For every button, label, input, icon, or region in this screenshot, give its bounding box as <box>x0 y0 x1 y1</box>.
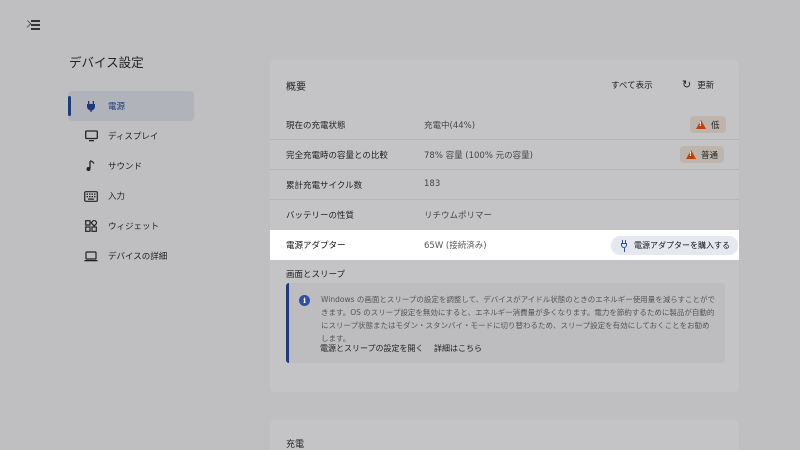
sidebar-item-label: 入力 <box>108 192 126 202</box>
learn-more-link[interactable]: 詳細はこちら <box>434 343 482 354</box>
info-row-power-adapter: 電源アダプター 65W (接続済み) 電源アダプターを購入する <box>270 230 739 260</box>
charging-title: 充電 <box>286 440 305 450</box>
info-icon: i <box>299 295 310 306</box>
keyboard-icon <box>84 189 98 203</box>
info-row-charge-state: 現在の充電状態 充電中(44%) 低 <box>270 110 739 140</box>
row-value: 183 <box>424 179 441 189</box>
info-row-cycle-count: 累計充電サイクル数 183 <box>270 170 739 200</box>
warning-icon <box>696 120 706 129</box>
sidebar: 電源 ディスプレイ サウンド 入力 ウィジェット デバイスの詳細 <box>68 91 194 271</box>
widgets-icon <box>84 219 98 233</box>
power-plug-icon <box>84 99 98 113</box>
sidebar-item-display[interactable]: ディスプレイ <box>68 121 194 151</box>
power-plug-icon <box>619 239 629 252</box>
refresh-icon: ↻ <box>682 78 692 91</box>
row-value: リチウムポリマー <box>424 211 493 221</box>
info-row-capacity: 完全充電時の容量との比較 78% 容量 (100% 元の容量) 普通 <box>270 140 739 170</box>
collapse-menu-button[interactable] <box>23 18 40 32</box>
row-label: 現在の充電状態 <box>286 121 346 131</box>
laptop-icon <box>84 249 98 263</box>
sidebar-item-device-details[interactable]: デバイスの詳細 <box>68 241 194 271</box>
row-label: 完全充電時の容量との比較 <box>286 151 388 161</box>
screen-sleep-info-text: Windows の画面とスリープの設定を調整して、デバイスがアイドル状態のときの… <box>321 295 716 343</box>
monitor-icon <box>84 129 98 143</box>
refresh-button[interactable]: ↻ 更新 <box>682 79 714 91</box>
row-label: 電源アダプター <box>286 241 346 251</box>
info-row-battery-chemistry: バッテリーの性質 リチウムポリマー <box>270 200 739 230</box>
status-badge-normal: 普通 <box>680 146 725 163</box>
sidebar-item-power[interactable]: 電源 <box>68 91 194 121</box>
sidebar-item-label: デバイスの詳細 <box>108 252 168 262</box>
overview-title: 概要 <box>286 82 306 93</box>
sidebar-item-label: ウィジェット <box>108 222 160 232</box>
status-badge-low: 低 <box>690 116 726 133</box>
app-window: デバイス設定 電源 ディスプレイ サウンド 入力 ウィジェット デバイスの詳細 … <box>0 0 800 450</box>
music-note-icon <box>84 159 98 173</box>
sidebar-item-input[interactable]: 入力 <box>68 181 194 211</box>
row-value: 78% 容量 (100% 元の容量) <box>424 151 533 161</box>
refresh-label: 更新 <box>697 81 715 91</box>
sidebar-item-label: ディスプレイ <box>108 132 159 142</box>
sidebar-item-widgets[interactable]: ウィジェット <box>68 211 194 241</box>
show-all-link[interactable]: すべて表示 <box>611 79 653 91</box>
warning-icon <box>686 150 696 159</box>
buy-power-adapter-button[interactable]: 電源アダプターを購入する <box>611 236 738 255</box>
row-label: 累計充電サイクル数 <box>286 181 363 191</box>
overview-card: 概要 すべて表示 ↻ 更新 現在の充電状態 充電中(44%) 低 完全充電時の容… <box>270 60 739 392</box>
sidebar-item-sound[interactable]: サウンド <box>68 151 194 181</box>
row-label: バッテリーの性質 <box>286 211 355 221</box>
buy-button-label: 電源アダプターを購入する <box>634 241 730 250</box>
screen-sleep-info-box: i Windows の画面とスリープの設定を調整して、デバイスがアイドル状態のと… <box>286 283 725 363</box>
row-value: 充電中(44%) <box>424 121 476 131</box>
charging-card: 充電 <box>270 420 739 450</box>
open-power-sleep-settings-link[interactable]: 電源とスリープの設定を開く <box>320 343 424 354</box>
screen-sleep-title: 画面とスリープ <box>286 270 345 280</box>
page-title: デバイス設定 <box>69 55 144 70</box>
sidebar-item-label: サウンド <box>108 162 143 172</box>
row-value: 65W (接続済み) <box>424 241 487 251</box>
sidebar-item-label: 電源 <box>108 102 126 112</box>
